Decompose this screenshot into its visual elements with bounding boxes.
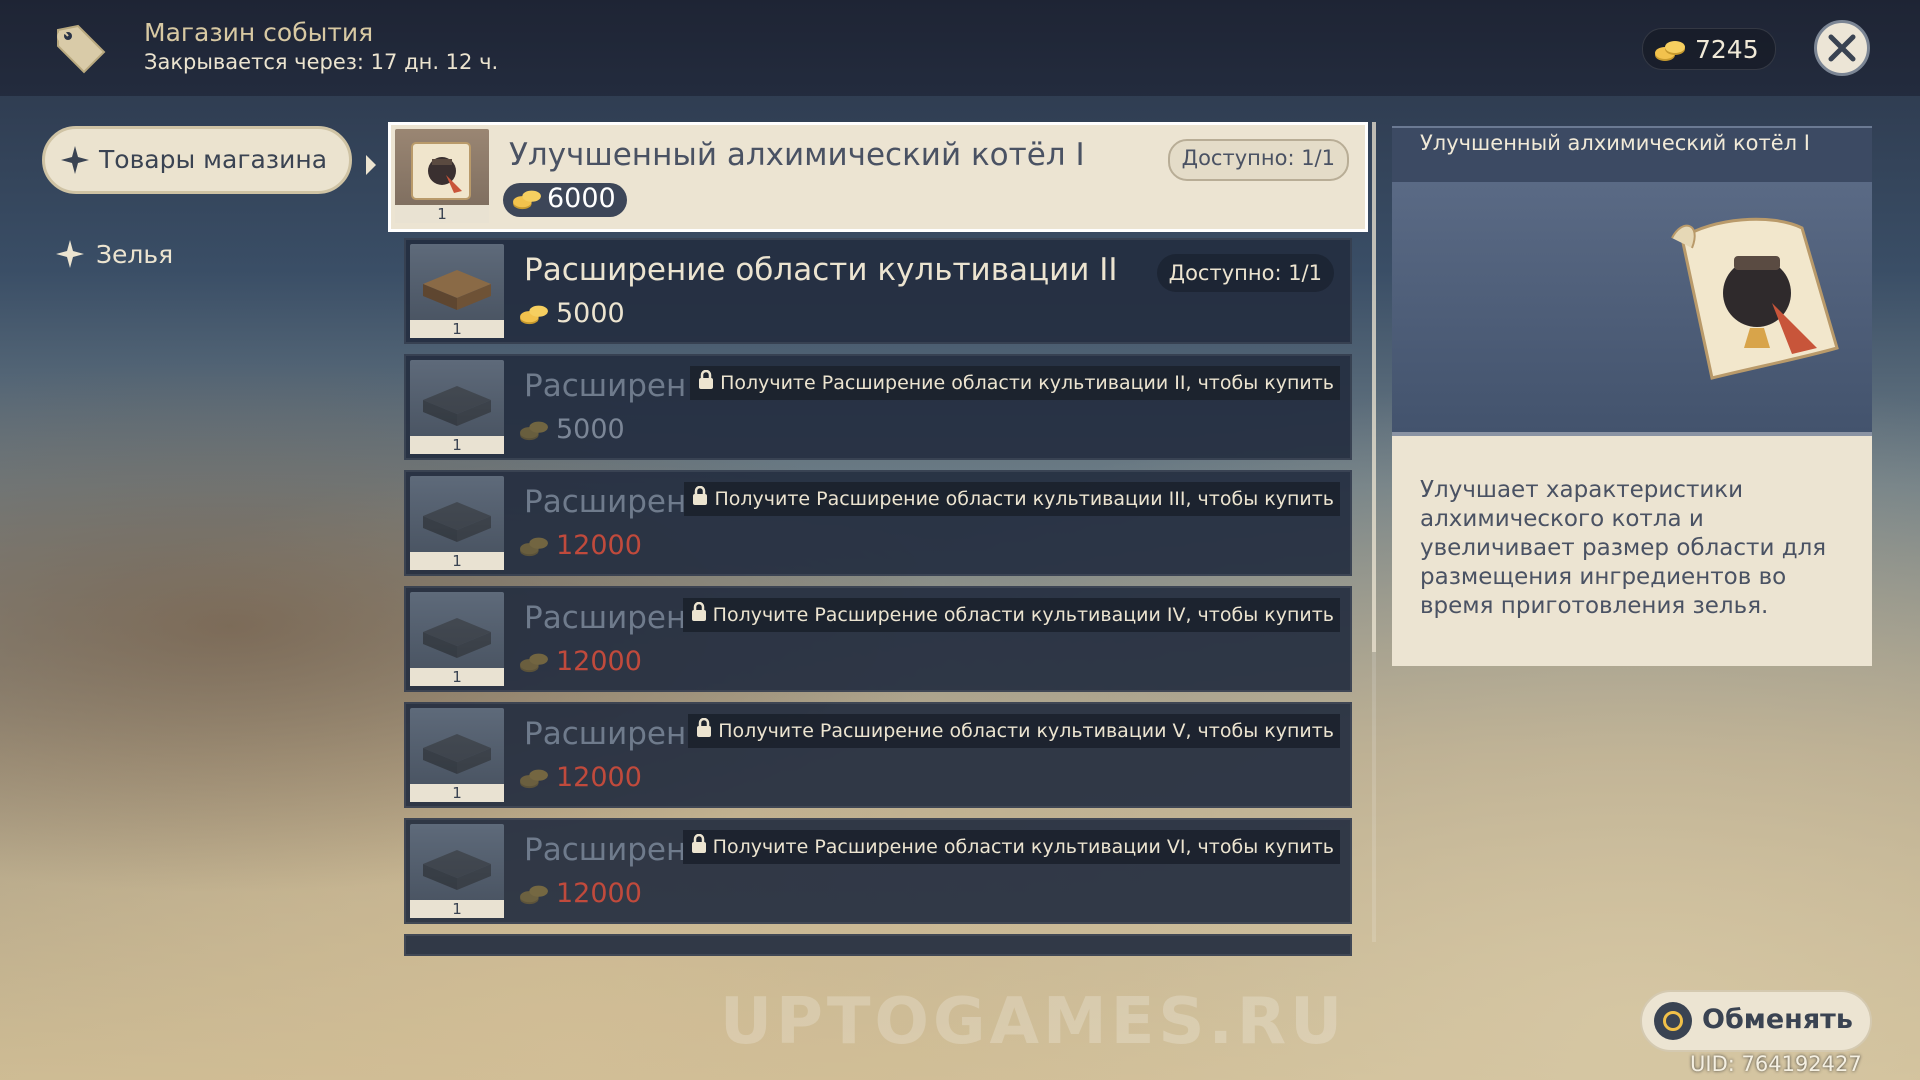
detail-image [1392, 182, 1872, 432]
lock-requirement: Получите Расширение области культивации … [682, 598, 1340, 633]
item-price: 6000 [503, 183, 627, 217]
item-name: Расширен [524, 716, 687, 752]
crate-icon [423, 270, 491, 310]
watermark: UPTOGAMES.RU [720, 985, 1347, 1059]
scroll-icon [411, 142, 471, 200]
coin-icon [518, 880, 550, 910]
shop-item-card-partial[interactable] [404, 934, 1352, 956]
crate-icon [423, 618, 491, 658]
detail-description: Улучшает характеристики алхимического ко… [1420, 477, 1827, 619]
coin-icon [518, 532, 550, 562]
scroll-icon [1671, 217, 1839, 380]
item-quantity: 1 [410, 784, 504, 802]
item-quantity: 1 [410, 320, 504, 338]
item-price-value: 12000 [556, 530, 642, 561]
lock-text: Получите Расширение области культивации … [712, 836, 1334, 858]
item-price-value: 12000 [556, 878, 642, 909]
list-scrollbar[interactable] [1372, 122, 1376, 942]
category-label: Товары магазина [99, 145, 328, 174]
shop-item-card-locked[interactable]: 1 Расширен 5000 Получите Расширение обла… [404, 354, 1352, 460]
item-thumbnail: 1 [410, 360, 504, 454]
lock-requirement: Получите Расширение области культивации … [684, 482, 1340, 516]
currency-value: 7245 [1695, 35, 1759, 64]
item-quantity: 1 [410, 900, 504, 918]
shop-item-card[interactable]: 1 Расширение области культивации II 5000… [404, 238, 1352, 344]
item-price-value: 12000 [556, 646, 642, 677]
crate-icon [423, 502, 491, 542]
shop-tag-icon [50, 20, 110, 76]
item-name: Расширен [524, 832, 687, 868]
scrollbar-thumb[interactable] [1372, 122, 1376, 652]
item-name: Расширение области культивации II [524, 252, 1118, 288]
shop-title: Магазин события [144, 18, 374, 47]
shop-item-card-locked[interactable]: 1 Расширен 12000 Получите Расширение обл… [404, 470, 1352, 576]
shop-item-card-locked[interactable]: 1 Расширен 12000 Получите Расширение обл… [404, 702, 1352, 808]
category-label: Зелья [96, 240, 174, 269]
item-detail-panel: Улучшенный алхимический котёл I Улучшает… [1392, 126, 1872, 666]
coin-icon [518, 416, 550, 446]
star-icon [56, 240, 84, 272]
crate-icon [423, 850, 491, 890]
coin-icon [518, 648, 550, 678]
item-name: Расширен [524, 368, 687, 404]
coin-icon [1653, 35, 1687, 67]
lock-requirement: Получите Расширение области культивации … [690, 366, 1340, 400]
item-price-value: 5000 [556, 298, 625, 329]
currency-display: 7245 [1642, 28, 1776, 70]
lock-icon [698, 367, 714, 401]
item-availability: Доступно: 1/1 [1167, 139, 1349, 181]
player-uid: UID: 764192427 [1690, 1052, 1862, 1076]
lock-text: Получите Расширение области культивации … [714, 488, 1334, 510]
crate-icon [423, 386, 491, 426]
exchange-label: Обменять [1702, 1004, 1853, 1035]
detail-description-box: Улучшает характеристики алхимического ко… [1392, 432, 1872, 666]
category-shop-items[interactable]: Товары магазина [42, 126, 352, 194]
star-icon [61, 146, 89, 178]
item-thumbnail: 1 [410, 244, 504, 338]
item-quantity: 1 [395, 205, 489, 223]
detail-header: Улучшенный алхимический котёл I [1392, 126, 1872, 184]
item-thumbnail: 1 [410, 592, 504, 686]
shop-item-card-selected[interactable]: 1 Улучшенный алхимический котёл I 6000 Д… [388, 122, 1368, 232]
lock-text: Получите Расширение области культивации … [720, 372, 1334, 394]
shop-item-card-locked[interactable]: 1 Расширен 12000 Получите Расширение обл… [404, 586, 1352, 692]
item-price-value: 12000 [556, 762, 642, 793]
item-price-value: 6000 [547, 183, 616, 214]
item-quantity: 1 [410, 552, 504, 570]
lock-requirement: Получите Расширение области культивации … [688, 714, 1340, 748]
coin-icon [518, 300, 550, 330]
lock-requirement: Получите Расширение области культивации … [682, 830, 1340, 865]
coin-icon [518, 764, 550, 794]
close-icon [1828, 34, 1856, 62]
lock-icon [691, 599, 707, 633]
item-quantity: 1 [410, 436, 504, 454]
crate-icon [423, 734, 491, 774]
button-ring-icon [1654, 1002, 1692, 1040]
shop-item-card-locked[interactable]: 1 Расширен 12000 Получите Расширение обл… [404, 818, 1352, 924]
item-name: Улучшенный алхимический котёл I [509, 137, 1085, 173]
item-availability: Доступно: 1/1 [1156, 254, 1334, 292]
exchange-button[interactable]: Обменять [1640, 990, 1872, 1052]
shop-closing-timer: Закрывается через: 17 дн. 12 ч. [144, 50, 499, 74]
detail-title: Улучшенный алхимический котёл I [1420, 131, 1810, 155]
category-potions[interactable]: Зелья [56, 236, 256, 276]
category-selected-arrow [366, 155, 376, 175]
item-thumbnail: 1 [410, 476, 504, 570]
top-bar: Магазин события Закрывается через: 17 дн… [0, 0, 1920, 96]
item-name: Расширен [524, 484, 687, 520]
item-thumbnail: 1 [410, 708, 504, 802]
coin-icon [511, 185, 543, 215]
item-thumbnail: 1 [395, 129, 489, 223]
lock-text: Получите Расширение области культивации … [712, 604, 1334, 626]
lock-text: Получите Расширение области культивации … [718, 720, 1334, 742]
item-price-value: 5000 [556, 414, 625, 445]
close-button[interactable] [1814, 20, 1870, 76]
lock-icon [692, 483, 708, 517]
item-quantity: 1 [410, 668, 504, 686]
lock-icon [691, 831, 707, 865]
item-thumbnail: 1 [410, 824, 504, 918]
shop-item-list: 1 Улучшенный алхимический котёл I 6000 Д… [388, 122, 1368, 956]
item-name: Расширен [524, 600, 687, 636]
lock-icon [696, 715, 712, 749]
